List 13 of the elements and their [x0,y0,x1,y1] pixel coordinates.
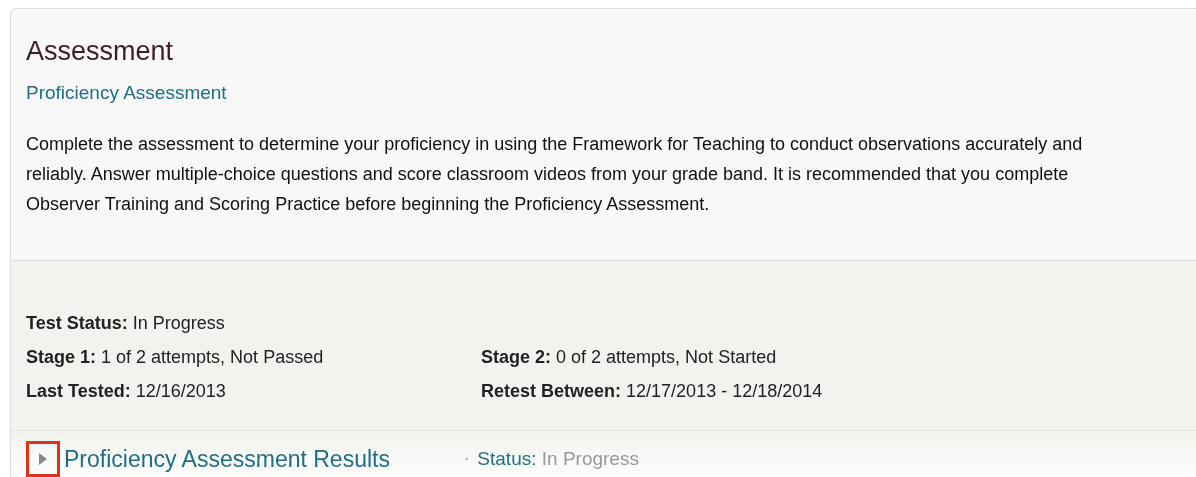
detail-text: Retest Between: 12/17/2013 - 12/18/2014 [481,380,823,403]
detail-text: Stage 1: 1 of 2 attempts, Not Passed [26,346,325,369]
separator-dot: · [464,449,470,469]
results-status: Status: In Progress [477,446,639,471]
subtitle-link[interactable]: Proficiency Assessment [26,81,1109,105]
page-title: Assessment [26,35,175,67]
expand-toggle[interactable] [26,441,60,477]
detail-text: Stage 2: 0 of 2 attempts, Not Started [481,346,777,369]
detail-text: Test Status: In Progress [26,312,226,335]
results-link[interactable]: Proficiency Assessment Results [64,445,464,473]
description-text: Complete the assessment to determine your proficiency in using the Framework for Teaching to conduct observations accurately and reliably. Answer multiple-choice questions and score classroom videos from your grade band. It is recommended that you complete Observer Training and Scoring Practice before beginning the Proficiency Assessment. [26,133,1084,216]
detail-text: Last Tested: 12/16/2013 [26,380,227,403]
caret-right-icon [38,452,48,466]
